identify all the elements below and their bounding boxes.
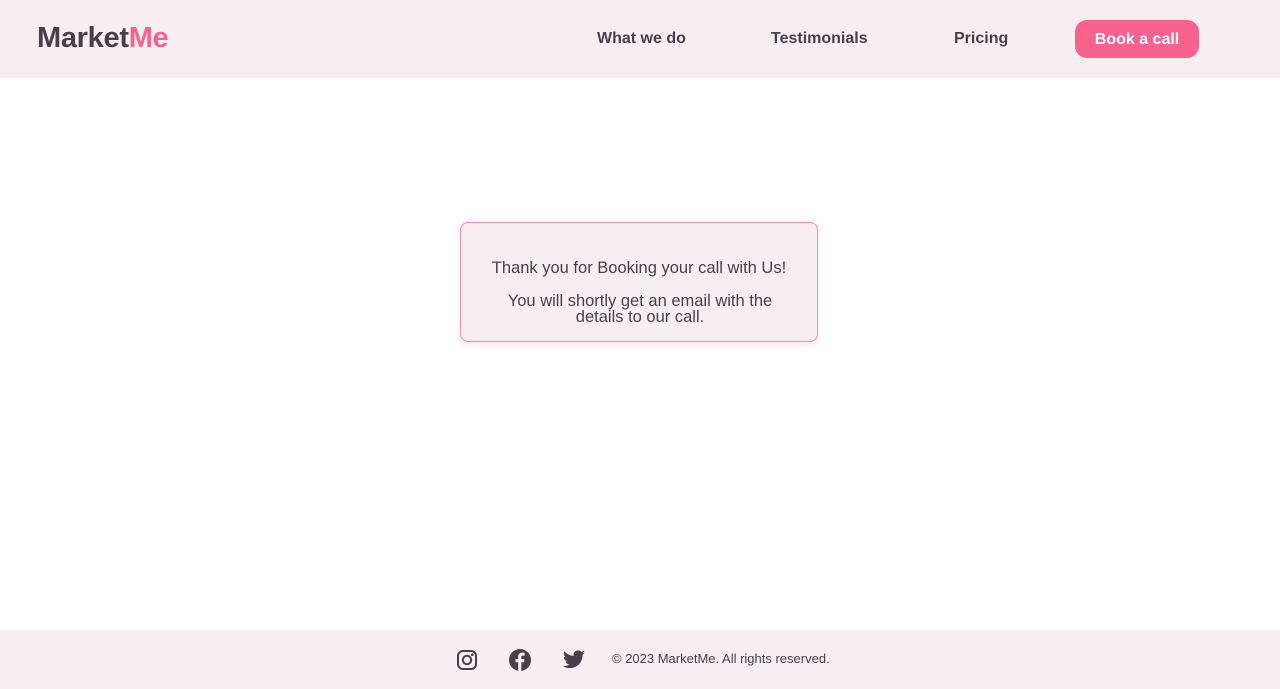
confirmation-email-text: You will shortly get an email with the d… xyxy=(507,292,773,326)
nav-link-what-we-do[interactable]: What we do xyxy=(597,29,686,49)
confirmation-thank-you-text: Thank you for Booking your call with Us! xyxy=(491,259,787,277)
twitter-icon[interactable] xyxy=(562,648,586,672)
logo-text-me: Me xyxy=(128,22,169,54)
book-a-call-button[interactable]: Book a call xyxy=(1075,20,1199,58)
nav-link-pricing[interactable]: Pricing xyxy=(954,29,1008,49)
booking-confirmation-card: Thank you for Booking your call with Us!… xyxy=(460,222,818,342)
logo-text-market: Market xyxy=(37,22,129,54)
site-footer: © 2023 MarketMe. All rights reserved. xyxy=(0,630,1280,689)
facebook-icon[interactable] xyxy=(508,648,532,672)
copyright-text: © 2023 MarketMe. All rights reserved. xyxy=(612,651,830,666)
nav-link-testimonials[interactable]: Testimonials xyxy=(771,29,868,49)
logo[interactable]: MarketMe xyxy=(37,20,169,56)
instagram-icon[interactable] xyxy=(455,648,479,672)
site-header: MarketMe What we do Testimonials Pricing… xyxy=(0,0,1280,78)
